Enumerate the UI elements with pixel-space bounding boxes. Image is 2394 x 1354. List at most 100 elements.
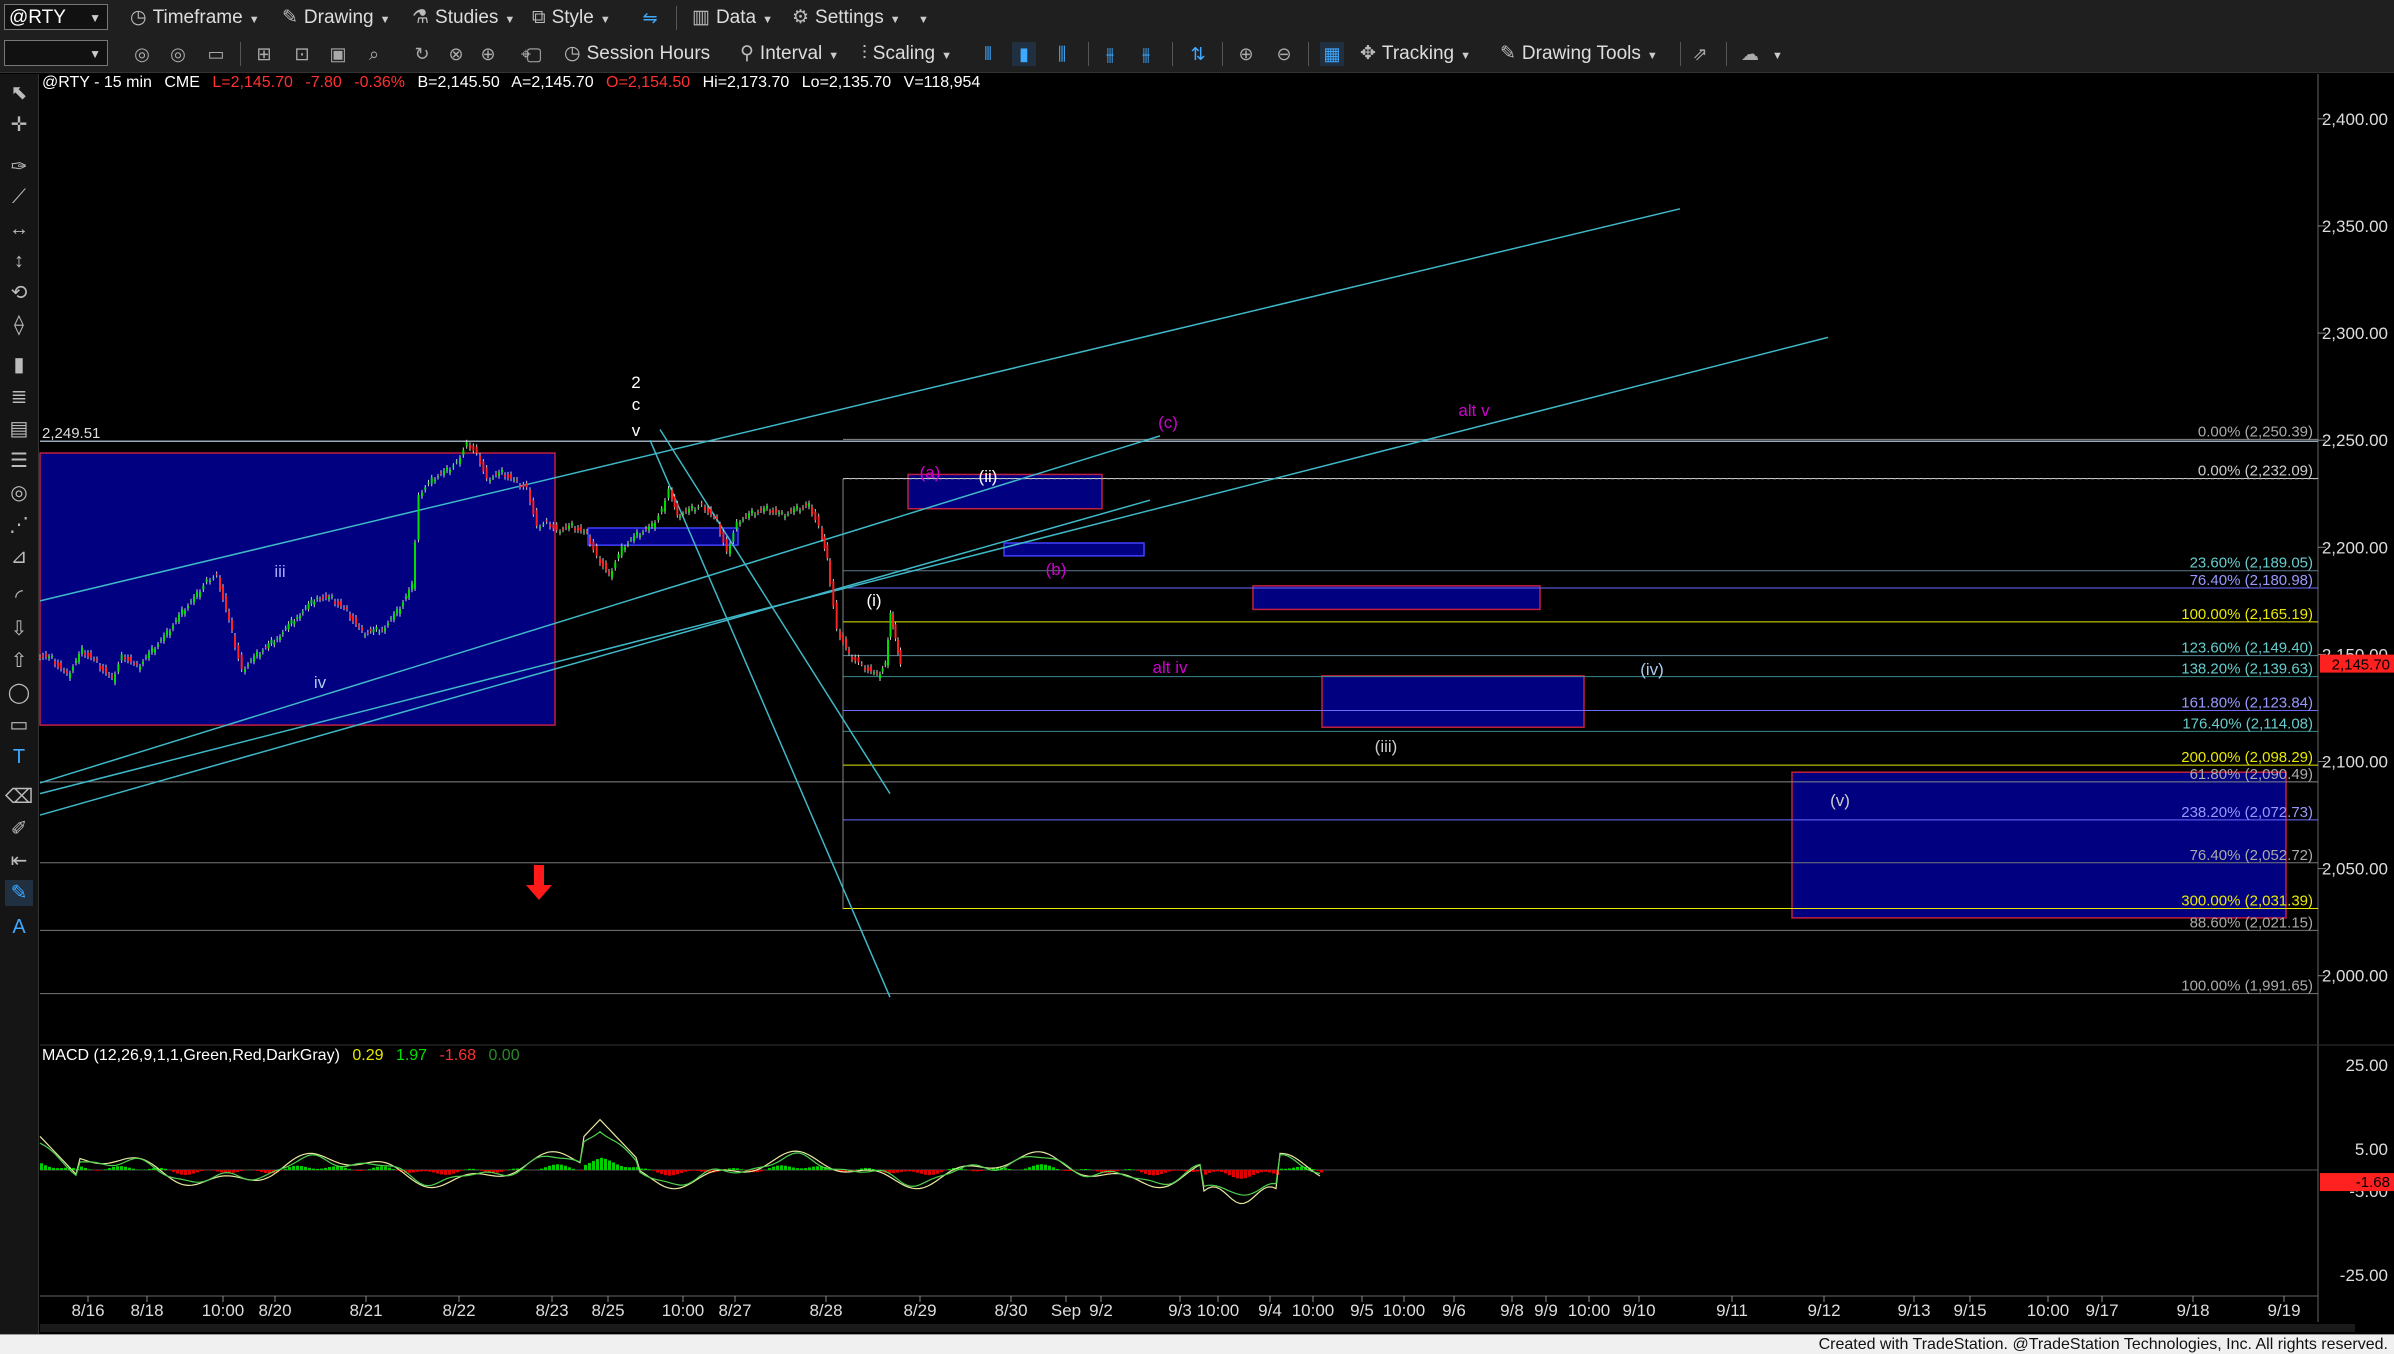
- macd-histogram-bar: [192, 1170, 195, 1174]
- macd-histogram-bar: [316, 1169, 319, 1170]
- more-menu[interactable]: ▼: [1766, 40, 1783, 68]
- macd-histogram-bar: [468, 1169, 471, 1170]
- table-icon[interactable]: ▤: [5, 416, 33, 442]
- pointer-icon[interactable]: ⬉: [5, 80, 33, 106]
- drawing-button[interactable]: ✎Drawing▼: [282, 4, 391, 32]
- x-tick-label: 8/25: [591, 1301, 624, 1320]
- time-scrollbar[interactable]: [40, 1324, 2355, 1332]
- ruler-icon[interactable]: ⟠: [5, 312, 33, 338]
- bars-icon[interactable]: ⫴: [976, 42, 1000, 66]
- candles-icon[interactable]: ▮: [1012, 42, 1036, 66]
- macd-histogram-bar: [1236, 1170, 1239, 1178]
- remove-drawings-icon[interactable]: ✐: [5, 816, 33, 842]
- pen-icon[interactable]: ✑: [5, 154, 33, 180]
- trendline-icon[interactable]: ⟋: [5, 184, 33, 210]
- candle-body: [108, 675, 110, 676]
- wave-label: alt v: [1458, 401, 1490, 420]
- window-icon[interactable]: ▭: [204, 42, 228, 66]
- candle-body: [42, 655, 44, 657]
- eraser-icon[interactable]: ⌫: [5, 784, 33, 810]
- vertical-line-icon[interactable]: ↕: [5, 248, 33, 274]
- chart-icon[interactable]: ⊗: [444, 42, 468, 66]
- rectangle-icon[interactable]: ▭: [5, 712, 33, 738]
- speed-line-icon[interactable]: ⊿: [5, 544, 33, 570]
- link-icon[interactable]: ⇋: [638, 6, 662, 30]
- macd-histogram-bar: [924, 1170, 927, 1175]
- pitchfork-icon[interactable]: ⋰: [5, 512, 33, 538]
- text-label-icon[interactable]: A: [5, 914, 33, 940]
- search-icon[interactable]: ⌕: [362, 42, 386, 66]
- grid-icon[interactable]: ▦: [1320, 42, 1344, 66]
- circle-icon[interactable]: ◎: [166, 42, 190, 66]
- session-hours-button[interactable]: ◷Session Hours: [564, 40, 710, 68]
- cycle-icon[interactable]: ⟲: [5, 280, 33, 306]
- draw-pen-icon[interactable]: ✎: [5, 880, 33, 906]
- zoom-in-bars-icon[interactable]: ⫵: [1134, 42, 1158, 66]
- candle-body: [559, 532, 561, 533]
- x-tick-label: 9/15: [1953, 1301, 1986, 1320]
- macd-histogram-bar: [604, 1159, 607, 1170]
- studies-button[interactable]: ⚗Studies▼: [412, 4, 515, 32]
- x-tick-label: 9/19: [2267, 1301, 2300, 1320]
- candle-body: [393, 614, 395, 620]
- drawing-tools-button[interactable]: ✎Drawing Tools▼: [1500, 40, 1658, 68]
- high: Hi=2,173.70: [703, 74, 790, 91]
- frame-icon[interactable]: ▢: [522, 42, 546, 66]
- gann-icon[interactable]: ◎: [5, 480, 33, 506]
- candle-body: [302, 612, 304, 613]
- macd-histogram-bar: [444, 1170, 447, 1175]
- macd-histogram-bar: [608, 1161, 611, 1170]
- more-menu[interactable]: ▼: [912, 4, 929, 32]
- macd-histogram-bar: [1208, 1170, 1211, 1173]
- fib-icon[interactable]: ≣: [5, 384, 33, 410]
- interval-button[interactable]: ⚲Interval▼: [740, 40, 839, 68]
- crosshair-icon[interactable]: ✛: [5, 112, 33, 138]
- chart-icon[interactable]: ⊕: [476, 42, 500, 66]
- macd-axis-label: -25.00: [2340, 1266, 2388, 1285]
- save-icon[interactable]: ▣: [326, 42, 350, 66]
- candle-body: [299, 616, 301, 619]
- chart-icon[interactable]: ⊞: [252, 42, 276, 66]
- lines-icon[interactable]: ☰: [5, 448, 33, 474]
- macd-histogram-bar: [760, 1170, 763, 1171]
- macd-histogram-bar: [84, 1168, 87, 1170]
- text-icon[interactable]: T: [5, 744, 33, 770]
- lock-icon[interactable]: ⊡: [290, 42, 314, 66]
- price-chart[interactable]: 2,400.002,350.002,300.002,250.002,200.00…: [0, 0, 2394, 1353]
- export-icon[interactable]: ⇗: [1688, 42, 1712, 66]
- candle-body: [726, 539, 728, 552]
- macd-histogram-bar: [732, 1168, 735, 1170]
- zoom-out-bars-icon[interactable]: ⫵: [1098, 42, 1122, 66]
- macd-histogram-bar: [1256, 1170, 1259, 1173]
- macd-histogram-bar: [160, 1168, 163, 1170]
- bars-icon[interactable]: ▮: [5, 352, 33, 378]
- macd-histogram-bar: [796, 1168, 799, 1170]
- up-arrow-icon[interactable]: ⇧: [5, 648, 33, 674]
- split-icon[interactable]: ⇅: [1186, 42, 1210, 66]
- settings-button[interactable]: ⚙Settings▼: [792, 4, 901, 32]
- scaling-button[interactable]: ⫶Scaling▼: [862, 40, 952, 68]
- symbol-selector[interactable]: @RTY ▼: [4, 4, 108, 30]
- horizontal-line-icon[interactable]: ↔: [5, 216, 33, 242]
- circle-icon[interactable]: ◎: [130, 42, 154, 66]
- shift-icon[interactable]: ⇤: [5, 848, 33, 874]
- line-icon[interactable]: ⫼: [1050, 42, 1074, 66]
- refresh-icon[interactable]: ↻: [410, 42, 434, 66]
- macd-histogram-bar: [380, 1166, 383, 1170]
- candle-body: [127, 657, 129, 661]
- zoom-out-icon[interactable]: ⊖: [1272, 42, 1296, 66]
- zoom-in-icon[interactable]: ⊕: [1234, 42, 1258, 66]
- style-icon: ⧉: [532, 7, 546, 28]
- fib-level-label: 200.00% (2,098.29): [2181, 749, 2313, 766]
- timeframe-button[interactable]: ◷Timeframe▼: [130, 4, 260, 32]
- arc-icon[interactable]: ◜: [5, 584, 33, 610]
- data-button[interactable]: ▥Data▼: [692, 4, 773, 32]
- style-button[interactable]: ⧉Style▼: [532, 4, 611, 32]
- ellipse-icon[interactable]: ◯: [5, 680, 33, 706]
- chevron-down-icon: ▼: [828, 50, 839, 62]
- macd-histogram-bar: [284, 1169, 287, 1170]
- workspace-selector[interactable]: ▼: [4, 40, 108, 66]
- down-arrow-icon[interactable]: ⇩: [5, 616, 33, 642]
- tracking-button[interactable]: ✥Tracking▼: [1360, 40, 1471, 68]
- chat-icon[interactable]: ☁: [1738, 42, 1762, 66]
